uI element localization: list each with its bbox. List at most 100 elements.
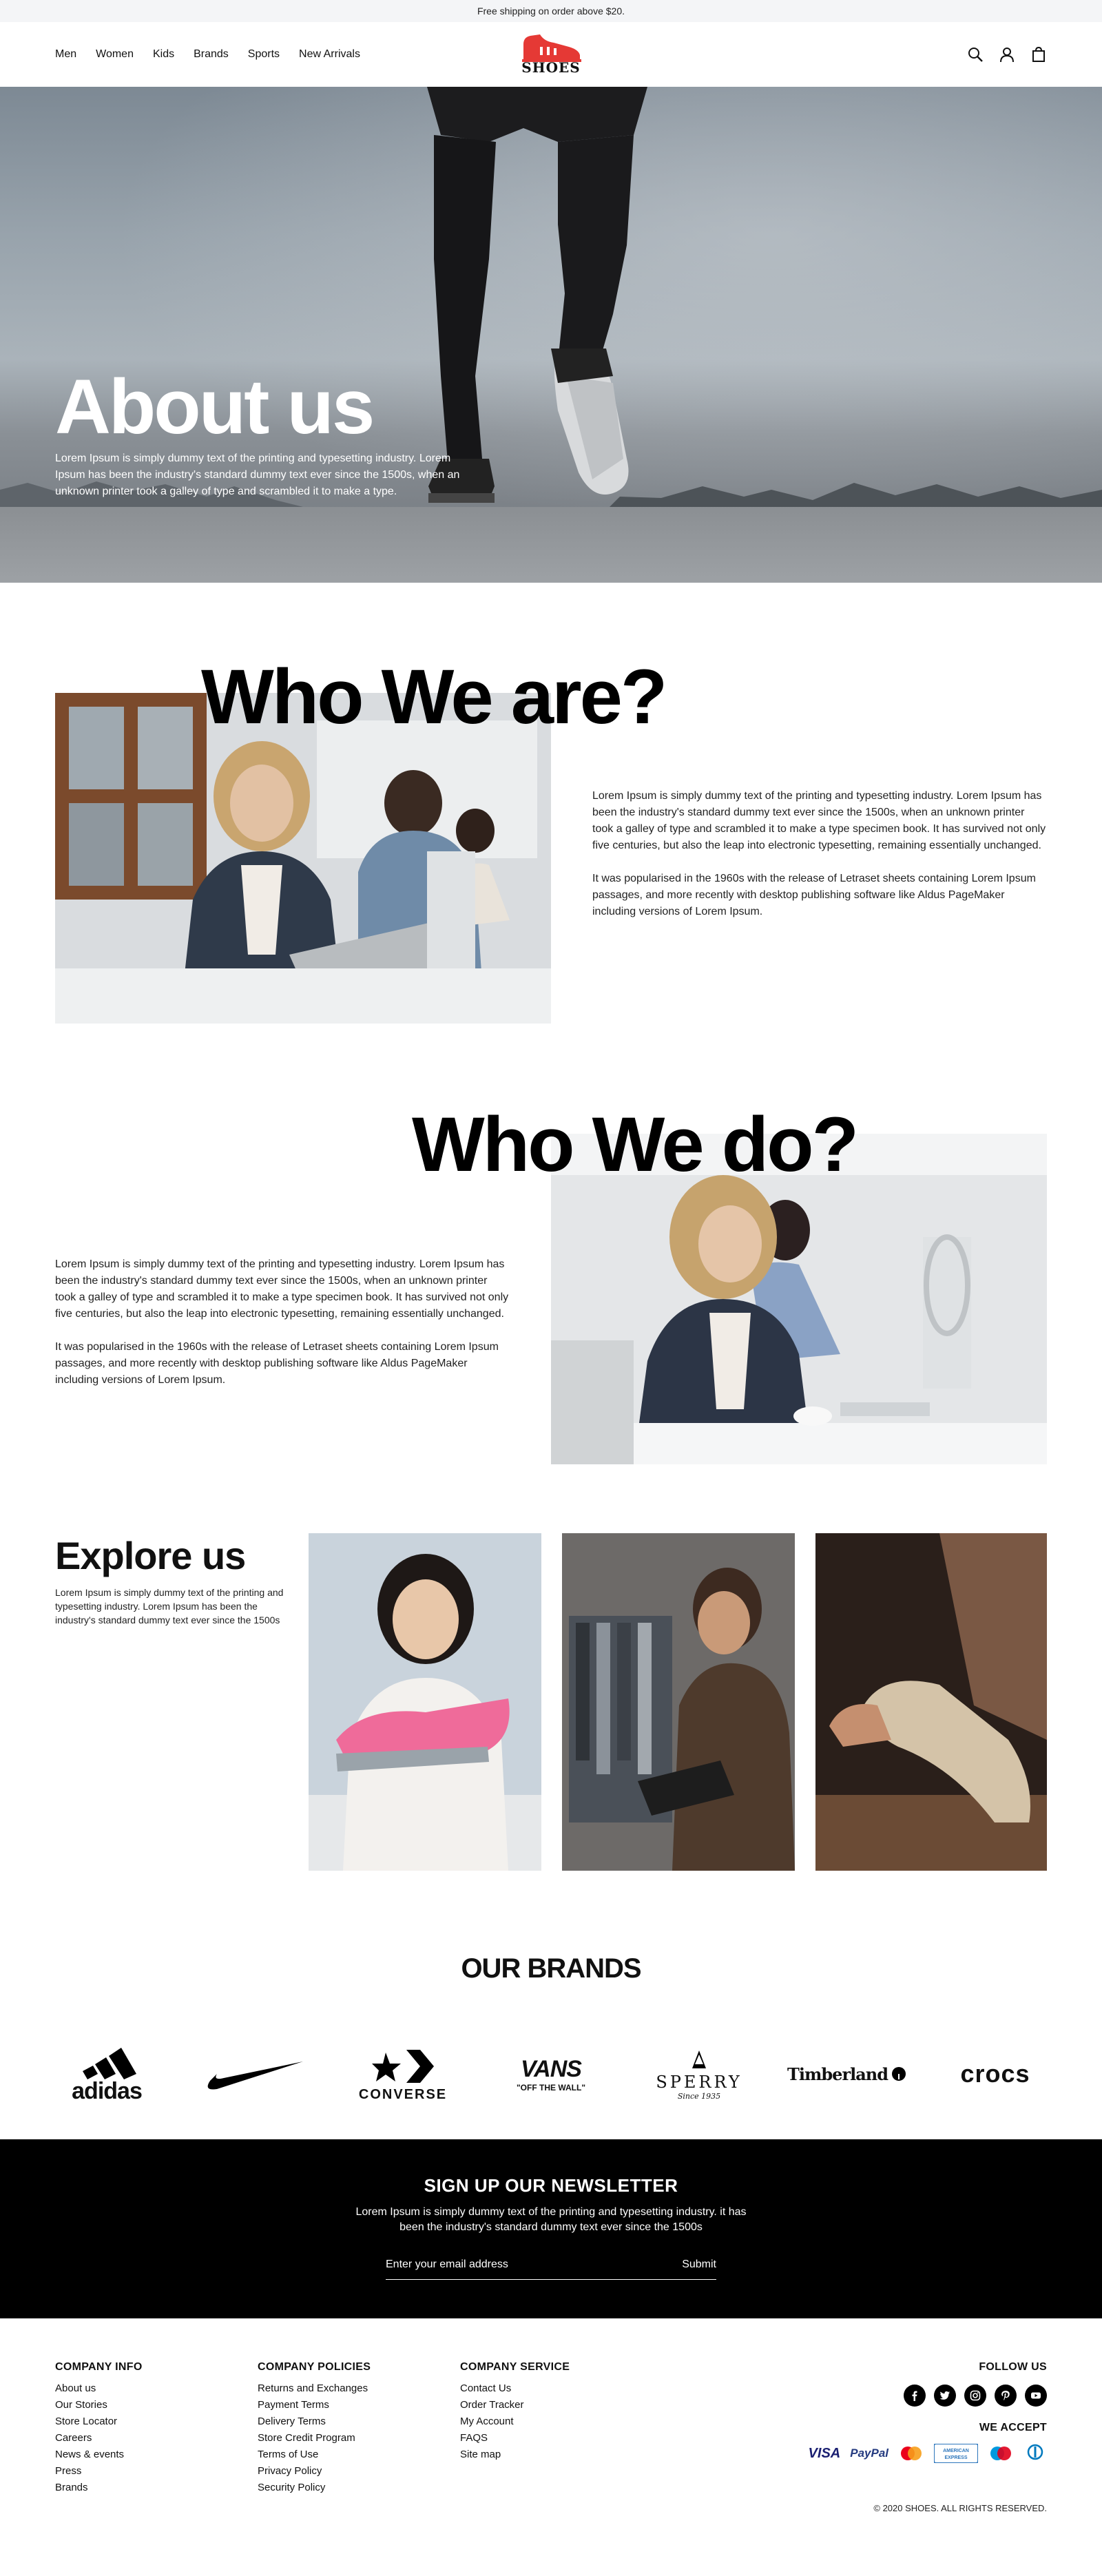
account-icon[interactable]	[999, 46, 1015, 63]
newsletter-description: Lorem Ipsum is simply dummy text of the …	[355, 2206, 747, 2233]
shipping-banner: Free shipping on order above $20.	[0, 0, 1102, 22]
logo-wordmark: SHOES	[521, 59, 581, 76]
footer-link-faqs[interactable]: FAQS	[460, 2430, 570, 2447]
footer-link-our-stories[interactable]: Our Stories	[55, 2397, 143, 2413]
footer-link-my-account[interactable]: My Account	[460, 2413, 570, 2430]
brand-adidas[interactable]: adidas	[55, 2039, 158, 2108]
nav-item-women[interactable]: Women	[96, 48, 134, 61]
page-title: About us	[55, 364, 375, 450]
footer-company-info: COMPANY INFO About us Our Stories Store …	[55, 2361, 143, 2496]
nav-item-brands[interactable]: Brands	[194, 48, 229, 61]
footer-link-delivery-terms[interactable]: Delivery Terms	[258, 2413, 371, 2430]
brand-logo-row: adidas CONVERSE VANS "OFF THE WALL" SPER…	[55, 2036, 1047, 2112]
footer-company-service-title: COMPANY SERVICE	[460, 2361, 570, 2373]
brands-section: OUR BRANDS adidas CONVERSE VANS "OFF THE…	[0, 1919, 1102, 2139]
svg-text:EXPRESS: EXPRESS	[944, 2455, 967, 2460]
footer-link-news-events[interactable]: News & events	[55, 2447, 143, 2463]
who-we-are-title: Who We are?	[201, 654, 667, 740]
who-we-do-section: Who We do? Lorem Ipsum is simply dummy t…	[0, 1106, 1102, 1533]
nav-item-kids[interactable]: Kids	[153, 48, 174, 61]
nav-item-new-arrivals[interactable]: New Arrivals	[299, 48, 360, 61]
footer-link-press[interactable]: Press	[55, 2463, 143, 2480]
search-icon[interactable]	[967, 46, 984, 63]
who-we-do-paragraph-2: It was popularised in the 1960s with the…	[55, 1341, 499, 1386]
brand-converse[interactable]: CONVERSE	[351, 2039, 455, 2108]
team-office-image	[55, 693, 551, 1024]
footer-link-site-map[interactable]: Site map	[460, 2447, 570, 2463]
footer-link-returns[interactable]: Returns and Exchanges	[258, 2380, 371, 2397]
shopping-bag-icon[interactable]	[1030, 46, 1047, 63]
main-nav: Men Women Kids Brands Sports New Arrival…	[55, 48, 360, 61]
facebook-icon[interactable]	[904, 2385, 926, 2407]
nav-item-sports[interactable]: Sports	[248, 48, 280, 61]
site-logo[interactable]: SHOES	[519, 32, 583, 77]
we-accept-title: WE ACCEPT	[979, 2422, 1047, 2433]
who-we-are-text: Lorem Ipsum is simply dummy text of the …	[592, 788, 1047, 920]
brand-sperry[interactable]: SPERRY Since 1935	[647, 2039, 751, 2108]
hero-banner: About us Lorem Ipsum is simply dummy tex…	[0, 87, 1102, 583]
footer-company-service: COMPANY SERVICE Contact Us Order Tracker…	[460, 2361, 570, 2463]
footer-link-store-locator[interactable]: Store Locator	[55, 2413, 143, 2430]
explore-image-man-shopping[interactable]	[562, 1533, 795, 1871]
footer-link-contact-us[interactable]: Contact Us	[460, 2380, 570, 2397]
brand-crocs-label: crocs	[960, 2059, 1030, 2088]
footer-company-policies-title: COMPANY POLICIES	[258, 2361, 371, 2373]
twitter-icon[interactable]	[934, 2385, 956, 2407]
footer-link-order-tracker[interactable]: Order Tracker	[460, 2397, 570, 2413]
footer-link-brands[interactable]: Brands	[55, 2480, 143, 2496]
newsletter-section: SIGN UP OUR NEWSLETTER Lorem Ipsum is si…	[0, 2139, 1102, 2318]
footer-link-security-policy[interactable]: Security Policy	[258, 2480, 371, 2496]
follow-us-title: FOLLOW US	[979, 2361, 1047, 2373]
brand-timberland[interactable]: Timberland	[787, 2039, 906, 2108]
pinterest-icon[interactable]	[995, 2385, 1017, 2407]
footer-link-terms-of-use[interactable]: Terms of Use	[258, 2447, 371, 2463]
diners-club-icon	[1027, 2444, 1043, 2460]
site-footer: COMPANY INFO About us Our Stories Store …	[0, 2318, 1102, 2525]
nike-swoosh-icon	[207, 2061, 303, 2090]
who-we-do-title: Who We do?	[412, 1101, 859, 1187]
american-express-icon: AMERICAN EXPRESS	[934, 2444, 978, 2463]
newsletter-submit-button[interactable]: Submit	[682, 2258, 716, 2271]
maestro-icon	[990, 2447, 1011, 2460]
brands-title: OUR BRANDS	[461, 1953, 641, 1984]
footer-link-store-credit[interactable]: Store Credit Program	[258, 2430, 371, 2447]
explore-title: Explore us	[55, 1534, 246, 1577]
brand-vans-label: VANS	[521, 2055, 582, 2082]
explore-image-craftsman-shoe[interactable]	[815, 1533, 1047, 1871]
payment-methods: VISA PayPal AMERICAN EXPRESS	[809, 2444, 1047, 2463]
footer-company-policies: COMPANY POLICIES Returns and Exchanges P…	[258, 2361, 371, 2496]
nav-item-men[interactable]: Men	[55, 48, 76, 61]
who-we-are-paragraph-2: It was popularised in the 1960s with the…	[592, 873, 1036, 917]
brand-sperry-tagline: Since 1935	[677, 2091, 721, 2101]
footer-link-privacy-policy[interactable]: Privacy Policy	[258, 2463, 371, 2480]
social-links	[809, 2385, 1047, 2407]
site-header: Men Women Kids Brands Sports New Arrival…	[0, 22, 1102, 87]
footer-link-payment-terms[interactable]: Payment Terms	[258, 2397, 371, 2413]
sperry-sail-icon	[692, 2050, 706, 2068]
explore-image-woman-sneaker[interactable]	[309, 1533, 541, 1871]
explore-description: Lorem Ipsum is simply dummy text of the …	[55, 1587, 284, 1625]
timberland-tree-icon	[891, 2067, 906, 2081]
instagram-icon[interactable]	[964, 2385, 986, 2407]
brand-converse-label: CONVERSE	[358, 2086, 448, 2102]
footer-link-about-us[interactable]: About us	[55, 2380, 143, 2397]
brand-sperry-label: SPERRY	[656, 2072, 742, 2092]
explore-section: Explore us Lorem Ipsum is simply dummy t…	[0, 1533, 1102, 1919]
newsletter-email-input[interactable]	[386, 2258, 634, 2271]
visa-icon: VISA	[808, 2445, 841, 2461]
newsletter-title: SIGN UP OUR NEWSLETTER	[424, 2175, 678, 2196]
mastercard-icon	[901, 2447, 922, 2460]
svg-text:AMERICAN: AMERICAN	[943, 2449, 969, 2453]
shipping-banner-text: Free shipping on order above $20.	[477, 6, 625, 17]
youtube-icon[interactable]	[1025, 2385, 1047, 2407]
hero-description: Lorem Ipsum is simply dummy text of the …	[55, 453, 460, 497]
shoe-logo-icon	[522, 34, 581, 62]
footer-link-careers[interactable]: Careers	[55, 2430, 143, 2447]
brand-timberland-label: Timberland	[787, 2064, 888, 2084]
brand-vans[interactable]: VANS "OFF THE WALL"	[499, 2039, 603, 2108]
paypal-icon: PayPal	[850, 2447, 888, 2460]
brand-nike[interactable]	[203, 2039, 306, 2108]
who-we-do-text: Lorem Ipsum is simply dummy text of the …	[55, 1256, 510, 1389]
converse-chevron-icon	[372, 2049, 434, 2083]
brand-crocs[interactable]: crocs	[944, 2039, 1047, 2108]
